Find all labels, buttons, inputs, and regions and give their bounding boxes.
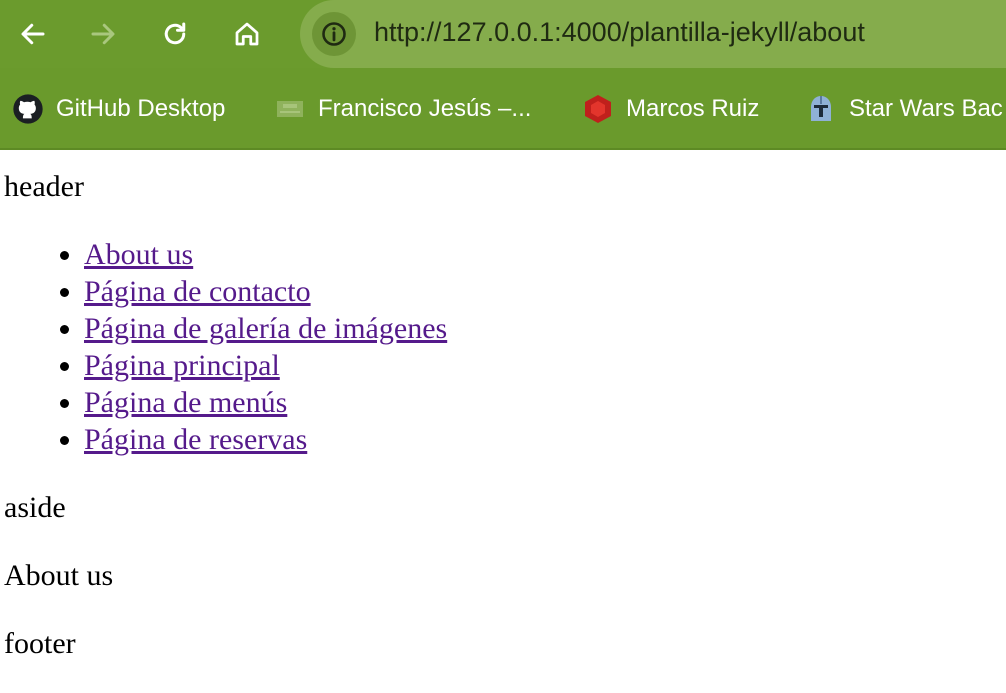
site-info-button[interactable] <box>312 12 356 56</box>
bookmark-label: Star Wars Bac <box>849 95 1003 122</box>
bookmark-francisco-jesus[interactable]: Francisco Jesús –... <box>274 92 531 126</box>
nav-item: Página de contacto <box>84 273 1004 310</box>
bookmark-label: GitHub Desktop <box>56 95 226 122</box>
nav-link-galeria[interactable]: Página de galería de imágenes <box>84 312 447 345</box>
page-footer: footer <box>4 627 76 660</box>
nav-list: About us Página de contacto Página de ga… <box>4 236 1004 458</box>
arrow-left-icon <box>21 23 45 45</box>
arrow-right-icon <box>91 23 115 45</box>
nav-item: Página de reservas <box>84 421 1004 458</box>
bookmarks-bar: GitHub Desktop Francisco Jesús –... Marc… <box>0 68 1006 150</box>
home-button[interactable] <box>230 17 264 51</box>
nav-link-about-us[interactable]: About us <box>84 238 193 271</box>
nav-link-contacto[interactable]: Página de contacto <box>84 275 311 308</box>
site-thumbnail-icon <box>274 93 306 125</box>
nav-link-menus[interactable]: Página de menús <box>84 386 287 419</box>
nav-link-principal[interactable]: Página principal <box>84 349 280 382</box>
nav-item: Página de galería de imágenes <box>84 310 1004 347</box>
reload-button[interactable] <box>158 17 192 51</box>
info-icon <box>322 22 346 46</box>
github-icon <box>12 93 44 125</box>
browser-toolbar: http://127.0.0.1:4000/plantilla-jekyll/a… <box>0 0 1006 68</box>
bookmark-marcos-ruiz[interactable]: Marcos Ruiz <box>582 92 759 126</box>
page-aside: aside <box>4 491 66 524</box>
bookmark-star-wars[interactable]: Star Wars Bac <box>805 92 1003 126</box>
nav-item: About us <box>84 236 1004 273</box>
page-main-text: About us <box>4 559 114 592</box>
browser-chrome: http://127.0.0.1:4000/plantilla-jekyll/a… <box>0 0 1006 150</box>
page-header: header <box>4 170 84 203</box>
address-bar[interactable]: http://127.0.0.1:4000/plantilla-jekyll/a… <box>300 0 1006 68</box>
bookmark-github-desktop[interactable]: GitHub Desktop <box>12 92 225 126</box>
nav-link-reservas[interactable]: Página de reservas <box>84 423 307 456</box>
back-button[interactable] <box>16 17 50 51</box>
bookmark-label: Marcos Ruiz <box>626 95 760 122</box>
reload-icon <box>164 22 186 45</box>
nav-item: Página principal <box>84 347 1004 384</box>
mandalorian-helmet-icon <box>805 93 837 125</box>
forward-button[interactable] <box>86 17 120 51</box>
bookmark-label: Francisco Jesús –... <box>318 95 532 122</box>
url-text[interactable]: http://127.0.0.1:4000/plantilla-jekyll/a… <box>374 17 865 48</box>
page-content: header About us Página de contacto Págin… <box>4 150 1004 693</box>
nav-item: Página de menús <box>84 384 1004 421</box>
red-hexagon-icon <box>582 93 614 125</box>
home-icon <box>235 22 259 46</box>
